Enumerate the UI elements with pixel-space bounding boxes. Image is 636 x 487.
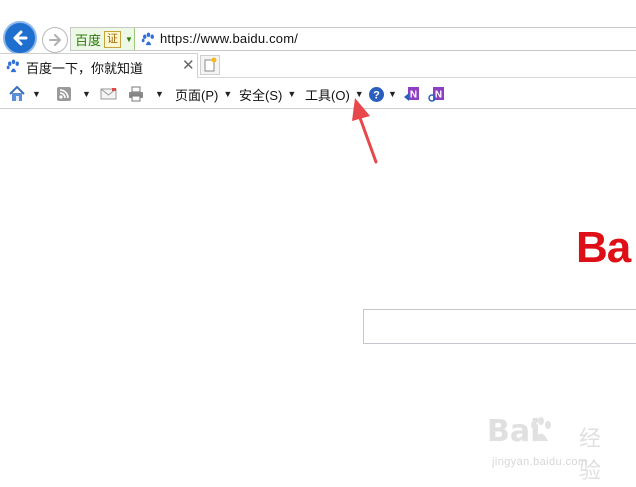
watermark-paw-icon <box>531 417 551 441</box>
print-dropdown-icon[interactable]: ▼ <box>155 89 164 99</box>
baidu-paw-icon <box>141 32 154 46</box>
onenote-linked-icon: N <box>428 87 444 102</box>
home-button[interactable]: ▼ <box>8 80 41 108</box>
tab-row: 百度一下，你就知道 ✕ <box>0 53 636 78</box>
site-identity-badge[interactable]: 百度 证 ▼ <box>71 28 135 50</box>
print-icon <box>129 86 143 102</box>
address-row: 百度 证 ▼ https://www.baidu.com/ <box>0 0 636 55</box>
rss-feed-icon <box>57 87 71 101</box>
help-dropdown-icon[interactable]: ▼ <box>388 89 397 99</box>
onenote-linked-button[interactable]: N <box>428 80 446 108</box>
forward-button[interactable] <box>42 27 68 53</box>
watermark-chinese: 经验 <box>579 426 602 483</box>
mail-icon <box>100 88 117 100</box>
safety-menu[interactable]: 安全(S) ▼ <box>239 80 296 108</box>
onenote-send-button[interactable]: N <box>403 80 421 108</box>
feeds-button[interactable]: ▼ <box>56 80 91 108</box>
svg-text:N: N <box>435 90 442 101</box>
back-button[interactable] <box>3 21 37 55</box>
svg-text:N: N <box>410 90 417 101</box>
chevron-down-icon: ▼ <box>287 89 297 99</box>
onenote-send-icon: N <box>404 87 419 101</box>
home-dropdown-icon[interactable]: ▼ <box>32 89 41 99</box>
safety-menu-label: 安全(S) <box>239 87 283 103</box>
chevron-down-icon: ▼ <box>125 34 133 44</box>
read-mail-button[interactable] <box>100 80 118 108</box>
close-tab-icon[interactable]: ✕ <box>182 56 195 74</box>
forward-arrow-icon <box>49 34 61 46</box>
url-text: https://www.baidu.com/ <box>160 31 299 46</box>
new-tab-button[interactable] <box>200 55 220 75</box>
print-button[interactable]: ▼ <box>127 80 164 108</box>
page-menu-label: 页面(P) <box>175 87 219 103</box>
search-input[interactable] <box>363 309 636 344</box>
new-tab-icon <box>204 57 217 72</box>
baidu-paw-icon <box>6 59 19 73</box>
home-icon <box>9 85 25 101</box>
feeds-dropdown-icon[interactable]: ▼ <box>82 89 91 99</box>
watermark-url: jingyan.baidu.com <box>492 456 588 468</box>
tab-title: 百度一下，你就知道 <box>26 61 144 76</box>
back-arrow-icon <box>13 30 28 46</box>
chevron-down-icon: ▼ <box>223 89 233 99</box>
tools-menu-label: 工具(O) <box>305 87 350 103</box>
tab-baidu[interactable]: 百度一下，你就知道 ✕ <box>0 53 198 78</box>
annotation-arrow <box>352 98 378 164</box>
baidu-logo: Ba <box>576 223 631 272</box>
command-bar: ▼ ▼ ▼ 页面(P) ▼ 安全(S) ▼ 工具(O) ▼ ? ▼ N N <box>0 80 636 109</box>
site-name: 百度 <box>75 32 102 48</box>
address-field[interactable]: 百度 证 ▼ https://www.baidu.com/ <box>70 27 636 51</box>
certificate-icon: 证 <box>104 30 122 48</box>
page-menu[interactable]: 页面(P) ▼ <box>175 80 232 108</box>
